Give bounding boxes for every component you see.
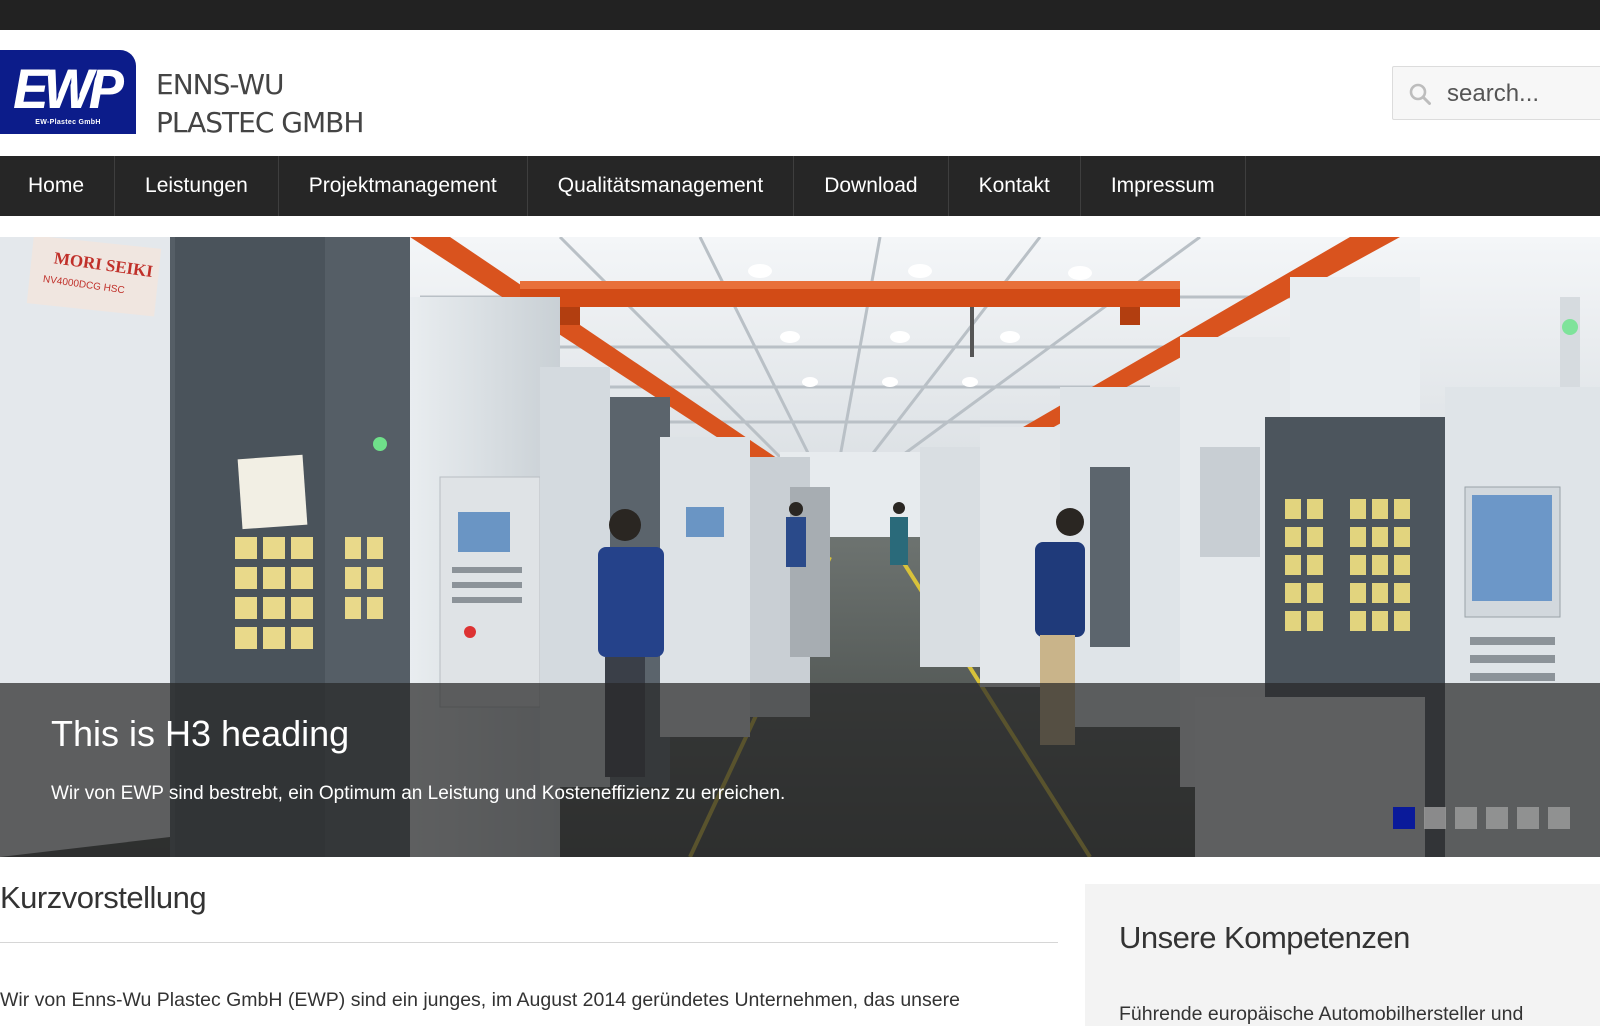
- sidebar-panel: Unsere Kompetenzen Führende europäische …: [1085, 884, 1600, 1026]
- slider-dot-5[interactable]: [1517, 807, 1539, 829]
- nav-item-qualitaetsmanagement[interactable]: Qualitätsmanagement: [528, 156, 795, 216]
- main-navigation: Home Leistungen Projektmanagement Qualit…: [0, 156, 1600, 216]
- slider-heading: This is H3 heading: [51, 713, 350, 754]
- nav-item-impressum[interactable]: Impressum: [1081, 156, 1246, 216]
- slider-dot-2[interactable]: [1424, 807, 1446, 829]
- slider-pagination: [1393, 807, 1570, 829]
- hero-slider[interactable]: MORI SEIKI NV4000DCG HSC This is H3 head…: [0, 237, 1600, 857]
- nav-item-kontakt[interactable]: Kontakt: [949, 156, 1081, 216]
- nav-item-leistungen[interactable]: Leistungen: [115, 156, 279, 216]
- slider-caption: This is H3 heading Wir von EWP sind best…: [0, 683, 1600, 857]
- nav-item-home[interactable]: Home: [0, 156, 116, 216]
- section-divider: [0, 942, 1058, 943]
- slider-dot-1[interactable]: [1393, 807, 1415, 829]
- main-content: Kurzvorstellung Wir von Enns-Wu Plastec …: [0, 880, 1060, 1011]
- slider-dot-6[interactable]: [1548, 807, 1570, 829]
- sidebar-text: Führende europäische Automobilhersteller…: [1119, 1003, 1524, 1025]
- nav-item-download[interactable]: Download: [794, 156, 949, 216]
- company-name-line2: PLASTEC GMBH: [156, 106, 364, 139]
- search-box[interactable]: [1392, 66, 1600, 120]
- intro-text: Wir von Enns-Wu Plastec GmbH (EWP) sind …: [0, 989, 960, 1011]
- site-header: EWP EW-Plastec GmbH ENNS-WU PLASTEC GMBH: [0, 30, 1600, 156]
- company-name: ENNS-WU PLASTEC GMBH: [156, 66, 364, 142]
- nav-item-projektmanagement[interactable]: Projektmanagement: [279, 156, 528, 216]
- slider-dot-3[interactable]: [1455, 807, 1477, 829]
- section-title: Kurzvorstellung: [0, 880, 207, 915]
- company-logo[interactable]: EWP EW-Plastec GmbH: [0, 50, 136, 134]
- search-input[interactable]: [1447, 77, 1597, 111]
- company-name-line1: ENNS-WU: [156, 68, 285, 101]
- slider-text: Wir von EWP sind bestrebt, ein Optimum a…: [51, 783, 786, 804]
- sidebar-title: Unsere Kompetenzen: [1119, 920, 1410, 955]
- logo-subtext: EW-Plastec GmbH: [35, 119, 101, 126]
- logo-letters: EWP: [14, 57, 124, 120]
- top-bar: [0, 0, 1600, 30]
- search-icon: [1409, 83, 1431, 105]
- slider-dot-4[interactable]: [1486, 807, 1508, 829]
